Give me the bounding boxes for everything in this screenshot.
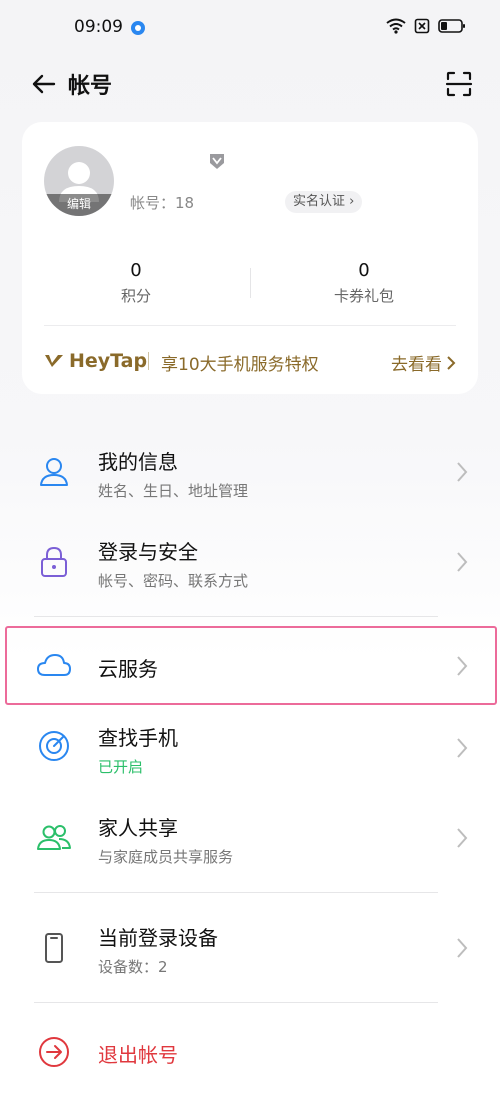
scan-icon[interactable] bbox=[444, 69, 474, 99]
coupons-label: 卡券礼包 bbox=[333, 287, 394, 305]
status-icons bbox=[386, 18, 466, 34]
menu-title: 我的信息 bbox=[98, 450, 178, 474]
heytap-v-icon bbox=[45, 355, 63, 367]
chevron-right-icon bbox=[457, 938, 468, 958]
menu-subtitle: 与家庭成员共享服务 bbox=[98, 848, 234, 866]
heytap-promo-row[interactable]: HeyTap 享10大手机服务特权 去看看 bbox=[44, 342, 456, 378]
family-icon bbox=[37, 825, 71, 850]
sim-blocked-icon bbox=[414, 18, 430, 34]
menu-subtitle: 姓名、生日、地址管理 bbox=[98, 482, 249, 500]
section-divider bbox=[34, 1002, 438, 1003]
points-label: 积分 bbox=[120, 287, 151, 305]
app-header: 帐号 bbox=[0, 56, 500, 112]
menu-subtitle: 设备数：2 bbox=[98, 958, 168, 976]
real-name-verify-button[interactable]: 实名认证 › bbox=[285, 191, 363, 213]
menu-item-my-info[interactable]: 我的信息 姓名、生日、地址管理 bbox=[0, 436, 500, 516]
lock-icon bbox=[41, 546, 67, 577]
heytap-go-link[interactable]: 去看看 bbox=[391, 350, 456, 375]
heytap-promo-text: 享10大手机服务特权 bbox=[161, 355, 319, 375]
chevron-right-icon bbox=[457, 552, 468, 572]
heytap-separator bbox=[148, 352, 149, 370]
section-divider bbox=[34, 892, 438, 893]
menu-title: 查找手机 bbox=[98, 726, 178, 750]
coupons-value: 0 bbox=[358, 260, 370, 281]
heytap-brand: HeyTap bbox=[69, 350, 148, 372]
logout-arrow-icon bbox=[39, 1037, 69, 1067]
menu-item-cloud-service[interactable]: 云服务 bbox=[0, 628, 500, 704]
wifi-icon bbox=[386, 18, 406, 34]
menu-title: 当前登录设备 bbox=[98, 926, 218, 950]
page-title: 帐号 bbox=[68, 74, 113, 99]
chevron-right-icon bbox=[457, 828, 468, 848]
heytap-logo: HeyTap bbox=[44, 350, 147, 372]
logout-button[interactable]: 退出帐号 bbox=[0, 1014, 500, 1090]
phone-device-icon bbox=[45, 933, 63, 963]
menu-subtitle: 帐号、密码、联系方式 bbox=[98, 572, 249, 590]
profile-card: 编辑 帐号：18 实名认证 › 0 积分 0 卡券礼包 HeyTap 享10大手… bbox=[22, 122, 478, 394]
menu-item-login-security[interactable]: 登录与安全 帐号、密码、联系方式 bbox=[0, 526, 500, 606]
chevron-right-icon bbox=[457, 738, 468, 758]
avatar-edit-label[interactable]: 编辑 bbox=[44, 194, 114, 216]
menu-item-family-sharing[interactable]: 家人共享 与家庭成员共享服务 bbox=[0, 802, 500, 882]
chevron-right-icon bbox=[457, 462, 468, 482]
radar-icon bbox=[39, 731, 69, 761]
back-arrow-icon[interactable] bbox=[28, 68, 60, 100]
heytap-go-label: 去看看 bbox=[391, 355, 442, 375]
menu-title: 登录与安全 bbox=[98, 540, 198, 564]
points-stat[interactable]: 0 积分 bbox=[22, 260, 250, 306]
status-bar: 09:09 bbox=[0, 0, 500, 56]
find-phone-status: 已开启 bbox=[98, 758, 144, 776]
battery-icon bbox=[438, 19, 465, 33]
menu-title: 云服务 bbox=[98, 657, 158, 681]
verify-label: 实名认证 bbox=[293, 194, 346, 209]
menu-title: 家人共享 bbox=[98, 816, 178, 840]
cloud-icon bbox=[37, 654, 71, 676]
account-number: 帐号：18 bbox=[130, 194, 195, 212]
card-divider bbox=[44, 325, 456, 326]
chevron-right-icon bbox=[457, 656, 468, 676]
menu-item-find-phone[interactable]: 查找手机 已开启 bbox=[0, 712, 500, 792]
points-value: 0 bbox=[130, 260, 142, 281]
section-divider bbox=[34, 616, 438, 617]
member-badge-icon bbox=[210, 154, 224, 169]
coupons-stat[interactable]: 0 卡券礼包 bbox=[250, 260, 478, 306]
notification-app-icon bbox=[131, 21, 145, 35]
person-icon bbox=[40, 458, 68, 486]
logout-label: 退出帐号 bbox=[98, 1043, 178, 1067]
chevron-right-icon: › bbox=[349, 194, 355, 209]
avatar[interactable]: 编辑 bbox=[44, 146, 114, 216]
menu-item-logged-in-devices[interactable]: 当前登录设备 设备数：2 bbox=[0, 912, 500, 992]
status-time: 09:09 bbox=[74, 17, 123, 37]
chevron-right-icon bbox=[447, 355, 456, 370]
